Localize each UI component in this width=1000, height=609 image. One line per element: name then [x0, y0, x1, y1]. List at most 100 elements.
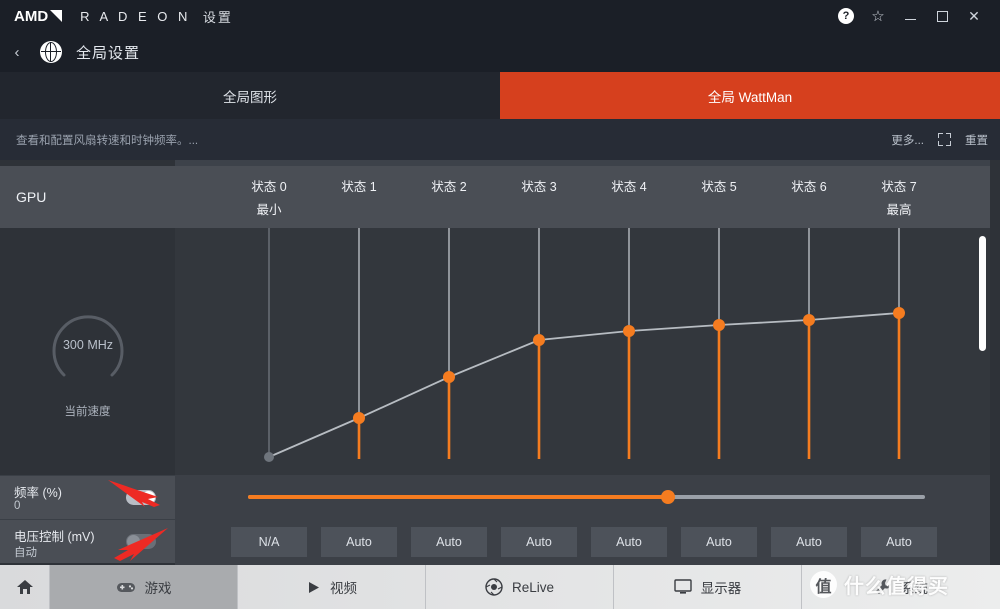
sub-header-actions: 更多... 重置	[891, 132, 988, 148]
maximize-icon	[936, 10, 948, 22]
page-title: 全局设置	[76, 44, 141, 62]
nav-item-label: ReLive	[511, 579, 555, 595]
slider-thumb[interactable]	[660, 490, 675, 504]
state-point-2[interactable]	[443, 371, 455, 383]
back-button[interactable]: ‹	[0, 44, 34, 61]
breadcrumb: ‹ 全局设置	[0, 32, 1000, 72]
state-column-5[interactable]: 状态 5	[674, 166, 764, 195]
state-column-2[interactable]: 状态 2	[404, 166, 494, 195]
tab-bar: 全局图形 全局 WattMan	[0, 72, 1000, 119]
state-sublabel: 最小	[256, 203, 282, 217]
state-column-3[interactable]: 状态 3	[494, 166, 584, 195]
gamepad-icon	[116, 580, 136, 594]
nav-item-label: 游戏	[144, 581, 172, 596]
frequency-curve	[268, 312, 900, 458]
voltage-button-1[interactable]: Auto	[321, 527, 397, 557]
play-icon	[306, 580, 321, 595]
voltage-label: 电压控制 (mV)	[14, 530, 95, 544]
nav-item-label: 视频	[330, 581, 357, 596]
reset-button[interactable]: 重置	[965, 132, 988, 148]
vertical-scrollbar[interactable]	[979, 236, 986, 351]
voltage-button-row: N/A Auto Auto Auto Auto Auto Auto Auto	[175, 519, 990, 565]
minimize-icon	[904, 19, 916, 20]
state-column-1[interactable]: 状态 1	[314, 166, 404, 195]
star-icon: ☆	[871, 7, 885, 25]
tab-global-graphics[interactable]: 全局图形	[0, 72, 500, 119]
favorite-button[interactable]: ☆	[862, 0, 894, 32]
voltage-value: 自动	[14, 547, 37, 559]
voltage-button-6[interactable]: Auto	[771, 527, 847, 557]
voltage-button-0[interactable]: N/A	[231, 527, 307, 557]
voltage-button-5[interactable]: Auto	[681, 527, 757, 557]
state-point-0[interactable]	[264, 452, 274, 462]
state-point-7[interactable]	[893, 307, 905, 319]
watermark-badge: 值	[810, 571, 837, 598]
state-column-7[interactable]: 状态 7 最高	[854, 166, 944, 218]
wattman-panel: GPU 300 MHz 当前速度 频率 (%) 0 电压控制 (mV) 自动 状…	[0, 160, 1000, 565]
help-button[interactable]: ?	[830, 0, 862, 32]
tab-global-wattman[interactable]: 全局 WattMan	[500, 72, 1000, 119]
nav-item-games[interactable]: 游戏	[50, 565, 238, 609]
close-button[interactable]: ✕	[958, 0, 990, 32]
frequency-slider-row	[175, 475, 990, 519]
gauge-caption: 当前速度	[64, 406, 111, 418]
frequency-control-row: 频率 (%) 0	[0, 475, 175, 519]
state-point-1[interactable]	[353, 412, 365, 424]
voltage-toggle[interactable]	[126, 534, 156, 549]
more-button[interactable]: 更多...	[891, 132, 924, 148]
current-speed-gauge-area: 300 MHz 当前速度	[0, 228, 175, 475]
voltage-button-2[interactable]: Auto	[411, 527, 487, 557]
settings-wordmark: 设置	[202, 9, 233, 25]
relive-icon	[485, 578, 503, 596]
frequency-plot[interactable]	[175, 228, 990, 475]
page-description: 查看和配置风扇转速和时钟频率。...	[16, 134, 199, 147]
nav-item-display[interactable]: 显示器	[614, 565, 802, 609]
state-label: 状态 0	[251, 180, 287, 194]
window-controls: ? ☆ ✕	[830, 0, 1000, 32]
close-icon: ✕	[968, 8, 980, 24]
voltage-button-4[interactable]: Auto	[591, 527, 667, 557]
state-chart-area: 状态 0 最小 状态 1 状态 2 状态 3 状态 4 状态 5 状态 6 状态 7 最高 N/A…	[175, 166, 990, 565]
state-column-6[interactable]: 状态 6	[764, 166, 854, 195]
radeon-wordmark: R A D E O N	[80, 8, 191, 24]
radeon-settings-window: AMD R A D E O N 设置 ? ☆ ✕ ‹ 全局设置 全局图形 全局 …	[0, 0, 1000, 609]
nav-item-video[interactable]: 视频	[238, 565, 426, 609]
state-point-6[interactable]	[803, 314, 815, 326]
amd-logo: AMD	[14, 7, 63, 25]
maximize-button[interactable]	[926, 0, 958, 32]
state-point-4[interactable]	[623, 325, 635, 337]
globe-icon	[40, 41, 62, 63]
slider-fill	[248, 495, 668, 499]
minimize-button[interactable]	[894, 0, 926, 32]
state-column-0[interactable]: 状态 0 最小	[224, 166, 314, 218]
frequency-label: 频率 (%)	[14, 486, 62, 500]
frequency-value: 0	[14, 500, 21, 512]
reset-icon[interactable]	[938, 133, 951, 146]
amd-logo-text: AMD	[14, 7, 49, 25]
voltage-button-3[interactable]: Auto	[501, 527, 577, 557]
voltage-control-row: 电压控制 (mV) 自动	[0, 519, 175, 563]
home-icon	[16, 578, 34, 596]
monitor-icon	[674, 579, 692, 595]
frequency-toggle[interactable]	[126, 490, 156, 505]
nav-item-label: 显示器	[700, 581, 742, 596]
state-header-row: 状态 0 最小 状态 1 状态 2 状态 3 状态 4 状态 5 状态 6 状态 7 最高	[175, 166, 990, 228]
gpu-section-header: GPU	[0, 166, 175, 228]
state-point-3[interactable]	[533, 334, 545, 346]
watermark-text: 什么值得买	[844, 576, 949, 598]
gpu-sidebar: GPU 300 MHz 当前速度 频率 (%) 0 电压控制 (mV) 自动	[0, 166, 175, 565]
state-column-4[interactable]: 状态 4	[584, 166, 674, 195]
voltage-button-7[interactable]: Auto	[861, 527, 937, 557]
gpu-label: GPU	[16, 189, 47, 205]
sub-header: 查看和配置风扇转速和时钟频率。... 更多... 重置	[0, 119, 1000, 160]
frequency-slider[interactable]	[248, 490, 925, 504]
title-bar: AMD R A D E O N 设置 ? ☆ ✕	[0, 0, 1000, 32]
amd-arrow-icon	[50, 10, 63, 22]
state-point-5[interactable]	[713, 319, 725, 331]
state-label: 状态 3	[521, 180, 557, 194]
state-label: 状态 4	[611, 180, 647, 194]
state-label: 状态 1	[341, 180, 377, 194]
nav-item-home[interactable]	[0, 565, 50, 609]
state-sublabel: 最高	[886, 203, 912, 217]
nav-item-relive[interactable]: ReLive	[426, 565, 614, 609]
